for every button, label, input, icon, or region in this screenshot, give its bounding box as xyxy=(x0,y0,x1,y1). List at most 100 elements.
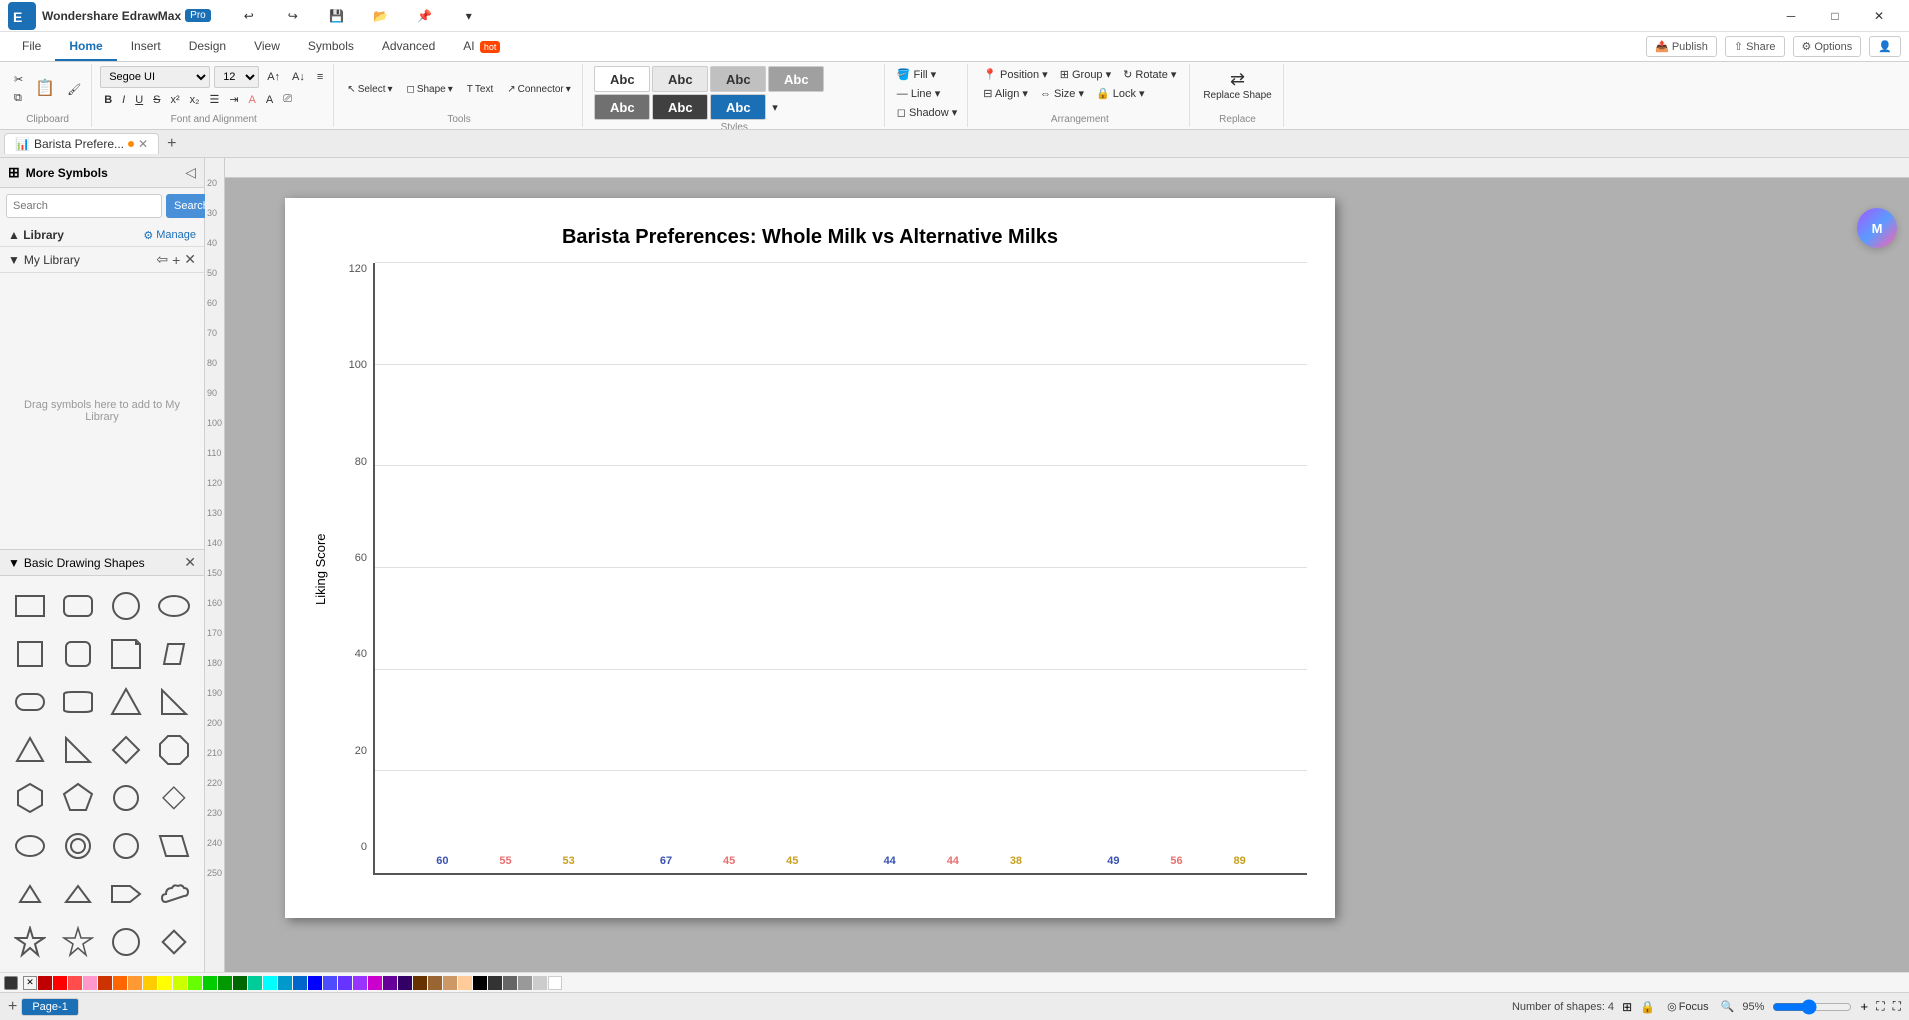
save-btn[interactable]: 💾 xyxy=(315,2,359,30)
ai-badge[interactable]: M xyxy=(1857,208,1897,248)
copy-btn[interactable]: ⧉ xyxy=(10,90,27,107)
redo-btn[interactable]: ↪ xyxy=(271,2,315,30)
add-doc-tab-btn[interactable]: + xyxy=(159,135,184,153)
my-library-add-btn[interactable]: + xyxy=(172,251,180,268)
superscript-btn[interactable]: x² xyxy=(167,92,184,108)
fit-page-btn[interactable]: ⛶ xyxy=(1876,999,1884,1014)
style-swatch-4[interactable]: Abc xyxy=(768,66,824,92)
palette-swatch-violet[interactable] xyxy=(383,976,397,990)
palette-swatch-red-light[interactable] xyxy=(68,976,82,990)
color-x-btn[interactable]: ✕ xyxy=(23,976,37,990)
palette-swatch-red[interactable] xyxy=(53,976,67,990)
style-swatch-5[interactable]: Abc xyxy=(594,94,650,120)
focus-btn[interactable]: ◎ Focus xyxy=(1663,998,1713,1015)
canvas-area[interactable]: -20 -10 0 10 20 30 40 50 60 70 80 90 100… xyxy=(205,158,1909,972)
decrease-font-btn[interactable]: A↓ xyxy=(288,69,309,85)
shape-parallelogram2[interactable] xyxy=(152,824,196,868)
layer-btn[interactable]: ⊞ xyxy=(1622,1000,1632,1014)
palette-swatch-medium-gray[interactable] xyxy=(518,976,532,990)
tab-file[interactable]: File xyxy=(8,35,55,61)
tab-view[interactable]: View xyxy=(240,35,294,61)
palette-swatch-purple[interactable] xyxy=(353,976,367,990)
shape-cloud[interactable] xyxy=(152,872,196,916)
style-swatch-1[interactable]: Abc xyxy=(594,66,650,92)
shape-oval[interactable] xyxy=(8,824,52,868)
shape-hexagon[interactable] xyxy=(8,776,52,820)
shape-rhombus[interactable] xyxy=(152,776,196,820)
shape-right-triangle[interactable] xyxy=(152,680,196,724)
styles-expand-btn[interactable]: ▾ xyxy=(768,94,782,120)
palette-swatch-cyan-dark[interactable] xyxy=(278,976,292,990)
tab-symbols[interactable]: Symbols xyxy=(294,35,368,61)
text-align-btn[interactable]: ≡ xyxy=(313,69,327,85)
shape-btn[interactable]: ◻ Shape ▾ xyxy=(402,81,458,98)
palette-swatch-gray[interactable] xyxy=(503,976,517,990)
shape-circle[interactable] xyxy=(104,584,148,628)
shape-square[interactable] xyxy=(8,632,52,676)
cut-btn[interactable]: ✂ xyxy=(10,71,27,88)
my-library-export-btn[interactable]: ⇦ xyxy=(156,251,168,268)
palette-swatch-brown-dark[interactable] xyxy=(413,976,427,990)
shape-rect-rounded2[interactable] xyxy=(56,680,100,724)
group-btn[interactable]: ⊞ Group ▾ xyxy=(1056,66,1115,83)
palette-swatch-blue-light[interactable] xyxy=(293,976,307,990)
search-input[interactable] xyxy=(6,194,162,218)
shape-ellipse[interactable] xyxy=(152,584,196,628)
shape-rectangle[interactable] xyxy=(8,584,52,628)
palette-swatch-purple-dark[interactable] xyxy=(368,976,382,990)
palette-swatch-yellow-light[interactable] xyxy=(158,976,172,990)
manage-btn[interactable]: ⚙ Manage xyxy=(143,229,196,242)
page-tab[interactable]: Page-1 xyxy=(21,998,78,1016)
align-btn[interactable]: ⊟ Align ▾ xyxy=(979,85,1032,102)
text-btn[interactable]: T Text xyxy=(462,81,498,98)
palette-swatch-orange-light[interactable] xyxy=(128,976,142,990)
shape-small-triangle[interactable] xyxy=(8,872,52,916)
pin-btn[interactable]: 📌 xyxy=(403,2,447,30)
bold-btn[interactable]: B xyxy=(100,92,116,108)
shape-parallelogram[interactable] xyxy=(152,632,196,676)
maximize-btn[interactable]: □ xyxy=(1813,2,1857,30)
lock-btn[interactable]: 🔒 Lock ▾ xyxy=(1092,85,1149,102)
palette-swatch-green-bright[interactable] xyxy=(188,976,202,990)
position-btn[interactable]: 📍 Position ▾ xyxy=(979,66,1051,83)
palette-swatch-brown[interactable] xyxy=(428,976,442,990)
palette-swatch-blue[interactable] xyxy=(308,976,322,990)
indent-btn[interactable]: ⇥ xyxy=(225,91,242,108)
tab-insert[interactable]: Insert xyxy=(117,35,175,61)
palette-swatch-dark-green[interactable] xyxy=(233,976,247,990)
subscript-btn[interactable]: x₂ xyxy=(186,92,204,108)
shape-triangle-outline[interactable] xyxy=(8,728,52,772)
shape-star2[interactable] xyxy=(56,920,100,964)
shape-triangle[interactable] xyxy=(104,680,148,724)
connector-btn[interactable]: ↗ Connector ▾ xyxy=(502,81,576,98)
shape-ring[interactable] xyxy=(56,824,100,868)
shape-pentagon[interactable] xyxy=(56,776,100,820)
shape-circle2[interactable] xyxy=(104,776,148,820)
size-btn[interactable]: ⇔ Size ▾ xyxy=(1036,85,1088,102)
share-btn[interactable]: ⇧ Share xyxy=(1725,36,1785,57)
palette-swatch-green[interactable] xyxy=(203,976,217,990)
more-btn[interactable]: ▾ xyxy=(447,2,491,30)
user-avatar[interactable]: 👤 xyxy=(1869,36,1901,57)
options-btn[interactable]: ⚙ Options xyxy=(1793,36,1862,57)
shape-small-triangle2[interactable] xyxy=(56,872,100,916)
palette-swatch-cyan[interactable] xyxy=(263,976,277,990)
select-btn[interactable]: ↖ Select ▾ xyxy=(342,81,397,98)
minimize-btn[interactable]: ─ xyxy=(1769,2,1813,30)
palette-swatch-orange[interactable] xyxy=(113,976,127,990)
font-color-btn[interactable]: A xyxy=(245,92,260,108)
palette-swatch-white[interactable] xyxy=(548,976,562,990)
palette-swatch-blue-medium[interactable] xyxy=(323,976,337,990)
palette-swatch-black[interactable] xyxy=(473,976,487,990)
palette-swatch-pink[interactable] xyxy=(83,976,97,990)
fullscreen-btn[interactable]: ⛶ xyxy=(1893,999,1901,1014)
shape-rounded-square[interactable] xyxy=(56,632,100,676)
rotate-btn[interactable]: ↻ Rotate ▾ xyxy=(1119,66,1180,83)
palette-swatch-lime[interactable] xyxy=(173,976,187,990)
style-swatch-3[interactable]: Abc xyxy=(710,66,766,92)
add-page-btn[interactable]: + xyxy=(8,998,17,1016)
palette-swatch-green-dark[interactable] xyxy=(218,976,232,990)
tab-ai[interactable]: AI hot xyxy=(449,35,514,61)
palette-swatch-dark-gray[interactable] xyxy=(488,976,502,990)
shape-circle4[interactable] xyxy=(104,920,148,964)
